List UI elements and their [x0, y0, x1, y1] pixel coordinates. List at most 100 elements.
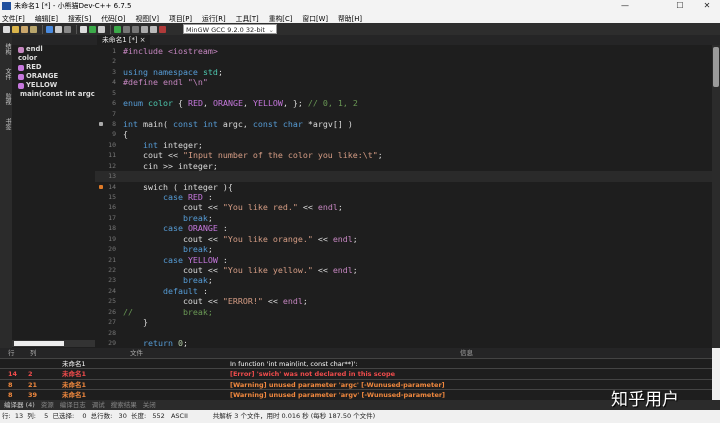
class-item[interactable]: RED: [12, 63, 95, 72]
enum-value-icon: [18, 82, 24, 89]
code-token: *argv: [307, 119, 333, 129]
message-row[interactable]: 未命名1 In function 'int main(int, const cha…: [0, 359, 712, 369]
editor-scrollbar[interactable]: [712, 45, 720, 348]
message-file: 未命名1: [62, 391, 87, 399]
side-tab[interactable]: 监视: [0, 88, 12, 110]
menu-item[interactable]: 窗口[W]: [302, 13, 328, 23]
code-line[interactable]: 6 enum color { RED, ORANGE, YELLOW, }; //…: [95, 98, 712, 108]
menu-item[interactable]: 代码[O]: [101, 13, 125, 23]
code-line[interactable]: 25 cout << "ERROR!" << endl;: [95, 296, 712, 306]
menu-item[interactable]: 项目[P]: [169, 13, 192, 23]
redo-icon[interactable]: [55, 25, 62, 33]
messages-scrollbar[interactable]: [712, 348, 720, 400]
bottom-tab[interactable]: 关闭: [143, 400, 156, 410]
bottom-tab[interactable]: 编译器 (4): [4, 400, 35, 410]
tab-untitled1[interactable]: 未命名1 [*] ×: [97, 35, 151, 45]
code-text: break;: [123, 275, 213, 285]
save-icon[interactable]: [21, 25, 28, 33]
maximize-button[interactable]: ☐: [667, 0, 693, 12]
menu-item[interactable]: 帮助[H]: [338, 13, 362, 23]
code-text: swich ( integer ){: [123, 182, 233, 192]
scroll-thumb[interactable]: [14, 341, 64, 346]
open-icon[interactable]: [12, 25, 19, 33]
menu-item[interactable]: 编辑[E]: [35, 13, 58, 23]
new-file-icon[interactable]: [3, 25, 10, 33]
code-line[interactable]: 16 cout << "You like red." << endl;: [95, 202, 712, 212]
run-icon[interactable]: [89, 25, 96, 33]
compiler-select[interactable]: MinGW GCC 9.2.0 32-bit De⌄: [183, 24, 277, 44]
save-all-icon[interactable]: [30, 25, 37, 33]
code-line[interactable]: 14 swich ( integer ){: [95, 182, 712, 192]
code-line[interactable]: 23 break;: [95, 275, 712, 285]
code-token: break: [123, 244, 208, 255]
code-line[interactable]: 11 cout << "Input number of the color yo…: [95, 150, 712, 160]
menu-item[interactable]: 运行[R]: [202, 13, 226, 23]
bottom-tab[interactable]: 调试: [92, 400, 105, 410]
code-line[interactable]: 21 case YELLOW :: [95, 255, 712, 265]
code-line[interactable]: 2: [95, 56, 712, 66]
stop-icon[interactable]: [159, 25, 166, 33]
side-tab[interactable]: 文件: [0, 63, 12, 85]
bottom-tab[interactable]: 搜索结果: [111, 400, 137, 410]
class-browser-scrollbar[interactable]: [12, 340, 95, 347]
step-icon[interactable]: [123, 25, 130, 33]
step-out-icon[interactable]: [141, 25, 148, 33]
minimize-button[interactable]: —: [612, 0, 638, 12]
bottom-tab[interactable]: 编译日志: [60, 400, 86, 410]
class-item[interactable]: main(const int argc, c: [12, 90, 95, 99]
code-line[interactable]: 1 #include <iostream>: [95, 46, 712, 56]
code-line[interactable]: 28: [95, 328, 712, 338]
menu-item[interactable]: 文件[F]: [2, 13, 25, 23]
code-line[interactable]: 10 int integer;: [95, 140, 712, 150]
code-line[interactable]: 8 int main( const int argc, const char *a…: [95, 119, 712, 129]
line-number: 1: [112, 47, 116, 55]
debug-icon[interactable]: [114, 25, 121, 33]
code-line[interactable]: 29 return 0;: [95, 338, 712, 348]
code-token: case: [123, 223, 188, 234]
code-token: ;: [302, 296, 308, 307]
scroll-thumb[interactable]: [713, 47, 719, 87]
class-item[interactable]: ORANGE: [12, 72, 95, 81]
compile-run-icon[interactable]: [98, 25, 105, 33]
code-line[interactable]: 17 break;: [95, 213, 712, 223]
code-line[interactable]: 26 // break;: [95, 307, 712, 317]
code-token: <<: [312, 233, 333, 244]
code-line[interactable]: 19 cout << "You like orange." << endl;: [95, 234, 712, 244]
menu-item[interactable]: 视图[V]: [135, 13, 159, 23]
undo-icon[interactable]: [46, 25, 53, 33]
close-button[interactable]: ✕: [694, 0, 720, 12]
class-item[interactable]: color: [12, 54, 95, 63]
menu-item[interactable]: 搜索[S]: [68, 13, 91, 23]
code-line[interactable]: 4 #define endl "\n": [95, 77, 712, 87]
compile-icon[interactable]: [80, 25, 87, 33]
code-line[interactable]: 7: [95, 109, 712, 119]
code-line[interactable]: 5: [95, 88, 712, 98]
code-line[interactable]: 27 }: [95, 317, 712, 327]
side-tab[interactable]: 结构: [0, 38, 12, 60]
code-line[interactable]: 20 break;: [95, 244, 712, 254]
message-row[interactable]: 14 2 未命名1 [Error] 'swich' was not declared …: [0, 369, 712, 380]
menu-item[interactable]: 工具[T]: [236, 13, 259, 23]
bottom-tab[interactable]: 资源: [41, 400, 54, 410]
continue-icon[interactable]: [150, 25, 157, 33]
menu-item[interactable]: 重构[C]: [269, 13, 293, 23]
message-row[interactable]: 8 21 未命名1 [Warning] unused parameter 'argc'…: [0, 380, 712, 390]
code-line[interactable]: 15 case RED :: [95, 192, 712, 202]
code-line[interactable]: 24 default :: [95, 286, 712, 296]
code-text: break;: [123, 213, 213, 223]
col-header-file: 文件: [130, 349, 143, 357]
code-line[interactable]: 12 cin >> integer;: [95, 161, 712, 171]
code-editor[interactable]: 1 #include <iostream> 2 3 using namespace st…: [95, 45, 712, 348]
code-token: {: [123, 129, 128, 140]
code-line[interactable]: 22 cout << "You like yellow." << endl;: [95, 265, 712, 275]
code-line[interactable]: 18 case ORANGE :: [95, 223, 712, 233]
step-into-icon[interactable]: [132, 25, 139, 33]
code-line[interactable]: 3 using namespace std;: [95, 67, 712, 77]
class-item[interactable]: YELLOW: [12, 81, 95, 90]
code-line[interactable]: 9{: [95, 129, 712, 139]
side-tab[interactable]: 书签: [0, 113, 12, 135]
message-row[interactable]: 8 39 未命名1 [Warning] unused parameter 'argv'…: [0, 390, 712, 401]
print-icon[interactable]: [64, 25, 71, 33]
class-item[interactable]: endl: [12, 45, 95, 54]
code-line[interactable]: 13: [95, 171, 712, 182]
